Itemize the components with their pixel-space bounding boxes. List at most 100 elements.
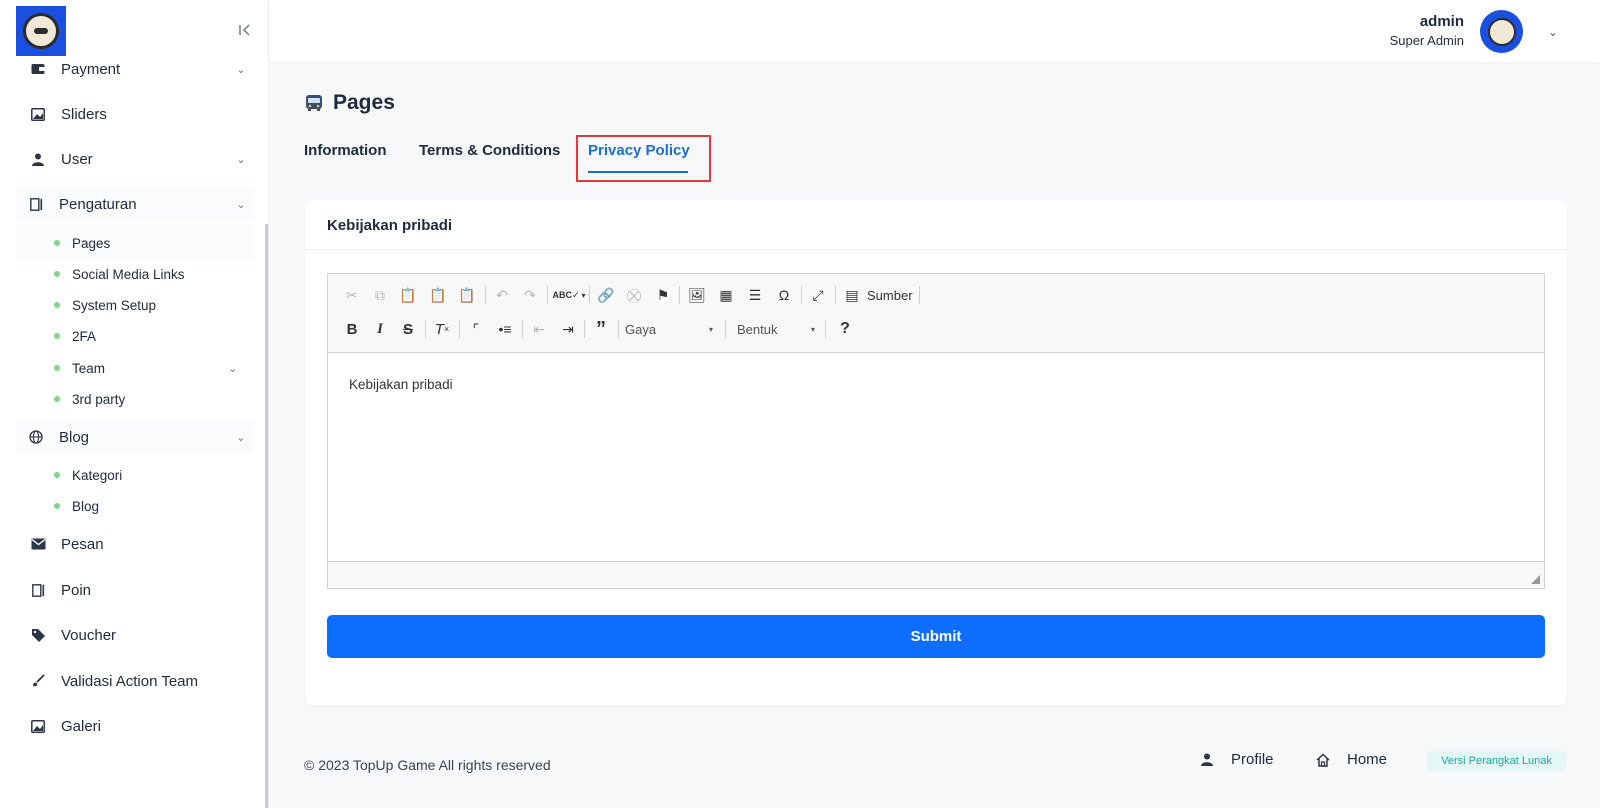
sidebar-subitem-social-media-links[interactable]: Social Media Links bbox=[54, 262, 185, 286]
cut-icon[interactable]: ✂ bbox=[340, 283, 364, 307]
home-icon bbox=[1315, 752, 1331, 768]
sidebar-subitem-2fa[interactable]: 2FA bbox=[54, 324, 96, 348]
avatar[interactable] bbox=[1480, 10, 1523, 53]
toolbar-separator bbox=[459, 320, 460, 338]
numbered-list-icon[interactable]: ⌜ bbox=[464, 317, 488, 341]
paste-text-icon[interactable]: 📋 bbox=[426, 283, 450, 307]
version-badge[interactable]: Versi Perangkat Lunak bbox=[1427, 751, 1566, 771]
insert-image-icon[interactable]: 🖼 bbox=[685, 283, 709, 307]
copyright-text: © 2023 TopUp Game All rights reserved bbox=[304, 757, 551, 773]
source-button[interactable]: Sumber bbox=[867, 288, 913, 303]
footer-home-link[interactable]: Home bbox=[1315, 751, 1387, 768]
increase-indent-icon[interactable]: ⇥ bbox=[556, 317, 580, 341]
rich-text-editor: ✂ ⧉ 📋 📋 📋 ↶ ↷ ABC✓ ▾ 🔗 ⛒ ⚑ 🖼 ▦ ☰ Ω ⤢ ▤ Su… bbox=[327, 273, 1545, 589]
redo-icon[interactable]: ↷ bbox=[518, 283, 542, 307]
copy-icon[interactable]: ⧉ bbox=[368, 283, 392, 307]
sidebar-subitem-blog[interactable]: Blog bbox=[54, 494, 99, 518]
bullet-dot bbox=[54, 271, 60, 277]
user-menu-chevron-down-icon[interactable]: ⌄ bbox=[1545, 24, 1561, 40]
spellcheck-icon[interactable]: ABC✓ ▾ bbox=[552, 283, 586, 307]
toolbar-separator bbox=[584, 320, 585, 338]
anchor-flag-icon[interactable]: ⚑ bbox=[651, 283, 675, 307]
bold-icon[interactable]: B bbox=[340, 317, 364, 341]
format-dropdown[interactable]: Bentuk ▾ bbox=[737, 317, 815, 341]
sidebar-item-poin[interactable]: Poin bbox=[16, 573, 254, 607]
subitem-label: Social Media Links bbox=[72, 266, 185, 282]
top-header bbox=[269, 0, 1600, 62]
user-name: admin bbox=[1419, 13, 1464, 30]
sidebar-subitem-pages[interactable]: Pages bbox=[54, 231, 110, 255]
toolbar-separator bbox=[547, 286, 548, 304]
sidebar-subitem-system-setup[interactable]: System Setup bbox=[54, 293, 156, 317]
app-logo[interactable] bbox=[16, 6, 66, 56]
editor-content-area[interactable]: Kebijakan pribadi bbox=[328, 353, 1544, 561]
sidebar-item-pesan[interactable]: Pesan bbox=[16, 527, 254, 561]
toolbar-separator bbox=[801, 286, 802, 304]
bulleted-list-icon[interactable]: •≡ bbox=[493, 317, 517, 341]
strikethrough-icon[interactable]: S bbox=[396, 317, 420, 341]
bullet-dot bbox=[54, 240, 60, 246]
submit-button[interactable]: Submit bbox=[327, 615, 1545, 658]
toolbar-separator bbox=[485, 286, 486, 304]
maximize-icon[interactable]: ⤢ bbox=[806, 283, 830, 307]
sidebar-item-label: Blog bbox=[59, 428, 90, 446]
sidebar-scrollbar[interactable] bbox=[265, 224, 268, 808]
sidebar-item-label: Galeri bbox=[61, 717, 102, 735]
sidebar-item-sliders[interactable]: Sliders bbox=[16, 97, 254, 131]
decrease-indent-icon[interactable]: ⇤ bbox=[527, 317, 551, 341]
paste-icon[interactable]: 📋 bbox=[396, 283, 420, 307]
chevron-down-icon: ⌄ bbox=[228, 362, 238, 375]
style-dropdown-label: Gaya bbox=[625, 321, 657, 337]
sidebar-subitem-3rd-party[interactable]: 3rd party bbox=[54, 387, 125, 411]
globe-icon bbox=[27, 428, 45, 446]
chevron-down-icon: ⌄ bbox=[236, 63, 246, 76]
undo-icon[interactable]: ↶ bbox=[490, 283, 514, 307]
subitem-label: Kategori bbox=[72, 467, 123, 483]
dropdown-arrow-icon: ▾ bbox=[810, 324, 815, 334]
editor-content-text: Kebijakan pribadi bbox=[349, 377, 453, 392]
format-dropdown-label: Bentuk bbox=[737, 321, 778, 337]
style-dropdown[interactable]: Gaya ▾ bbox=[625, 317, 713, 341]
user-icon bbox=[29, 150, 47, 168]
blockquote-icon[interactable]: ” bbox=[589, 317, 613, 341]
tag-icon bbox=[29, 626, 47, 644]
toolbar-separator bbox=[618, 320, 619, 338]
source-code-icon[interactable]: ▤ bbox=[840, 283, 864, 307]
toolbar-separator bbox=[835, 286, 836, 304]
tab-information[interactable]: Information bbox=[304, 142, 387, 159]
footer-profile-link[interactable]: Profile bbox=[1199, 751, 1274, 768]
sidebar: Payment ⌄ Sliders User ⌄ Pengaturan ⌄ Pa… bbox=[0, 0, 269, 808]
paste-word-icon[interactable]: 📋 bbox=[455, 283, 479, 307]
sidebar-item-galeri[interactable]: Galeri bbox=[16, 709, 254, 743]
sidebar-item-payment[interactable]: Payment ⌄ bbox=[16, 52, 254, 86]
sidebar-item-label: Validasi Action Team bbox=[61, 672, 199, 690]
help-icon[interactable]: ? bbox=[833, 317, 857, 341]
toolbar-separator bbox=[919, 286, 920, 304]
sidebar-subitem-team[interactable]: Team ⌄ bbox=[54, 356, 242, 380]
avatar-mascot-icon bbox=[1487, 17, 1516, 46]
editor-status-bar bbox=[328, 561, 1544, 588]
remove-format-icon[interactable]: T × bbox=[430, 317, 454, 341]
sidebar-subitem-kategori[interactable]: Kategori bbox=[54, 463, 122, 487]
sidebar-item-user[interactable]: User ⌄ bbox=[16, 142, 254, 176]
subitem-label: Team bbox=[72, 360, 106, 376]
special-character-icon[interactable]: Ω bbox=[772, 283, 796, 307]
sidebar-item-pengaturan[interactable]: Pengaturan ⌄ bbox=[16, 187, 254, 221]
bullet-dot bbox=[54, 302, 60, 308]
sidebar-item-blog[interactable]: Blog ⌄ bbox=[16, 420, 254, 454]
sidebar-item-voucher[interactable]: Voucher bbox=[16, 618, 254, 652]
collapse-sidebar-icon[interactable] bbox=[236, 20, 254, 40]
sidebar-item-label: Pengaturan bbox=[59, 195, 137, 213]
insert-table-icon[interactable]: ▦ bbox=[714, 283, 738, 307]
user-role: Super Admin bbox=[1389, 33, 1464, 48]
sidebar-item-validasi-action-team[interactable]: Validasi Action Team bbox=[16, 664, 254, 698]
card-header: Kebijakan pribadi bbox=[305, 200, 1567, 250]
link-icon[interactable]: 🔗 bbox=[594, 283, 618, 307]
unlink-icon[interactable]: ⛒ bbox=[622, 283, 646, 307]
horizontal-line-icon[interactable]: ☰ bbox=[743, 283, 767, 307]
tab-terms-conditions[interactable]: Terms & Conditions bbox=[419, 142, 560, 159]
italic-icon[interactable]: I bbox=[368, 317, 392, 341]
resize-grip-icon[interactable] bbox=[1531, 575, 1540, 584]
subitem-label: Pages bbox=[72, 235, 111, 251]
settings-panel-icon bbox=[27, 195, 45, 213]
